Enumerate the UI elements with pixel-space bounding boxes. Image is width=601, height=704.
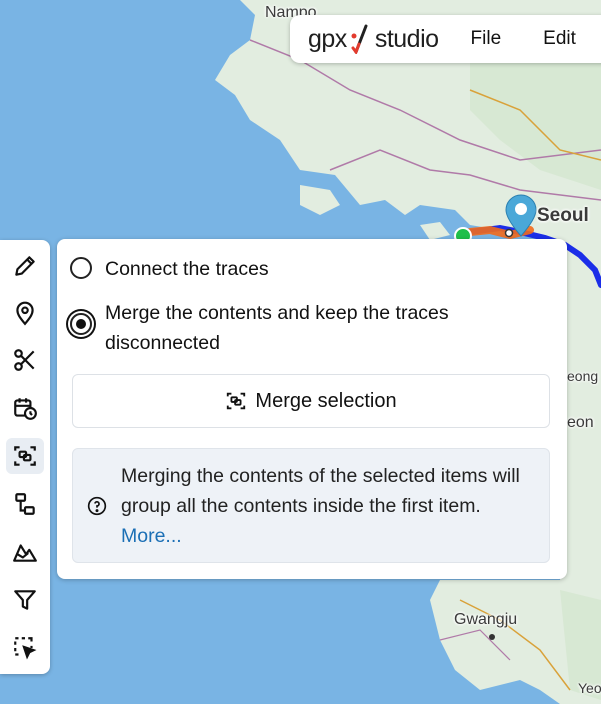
menu-file[interactable]: File: [471, 28, 502, 50]
tool-extract-button[interactable]: [6, 486, 44, 522]
merge-selection-button[interactable]: Merge selection: [72, 374, 550, 428]
logo-slash-icon: [351, 24, 368, 54]
merge-icon: [14, 446, 36, 466]
merge-icon: [227, 392, 246, 410]
map-label-eong: eong: [567, 368, 599, 384]
option-merge-contents[interactable]: Merge the contents and keep the traces d…: [70, 298, 449, 358]
map-pin-icon: [16, 301, 34, 326]
tool-time-button[interactable]: [6, 390, 44, 426]
map-label-yeo: Yeo: [578, 680, 601, 696]
tool-select-button[interactable]: [6, 630, 44, 666]
select-icon: [14, 637, 37, 660]
radio-connect-traces[interactable]: [70, 257, 92, 279]
tool-merge-button[interactable]: [6, 438, 44, 474]
tool-scissors-button[interactable]: [6, 342, 44, 378]
app-logo[interactable]: gpx studio: [308, 24, 439, 54]
more-link[interactable]: More...: [121, 525, 182, 547]
option-connect-label: Connect the traces: [105, 258, 269, 280]
top-bar: gpx studio File Edit: [290, 15, 601, 63]
tool-elevation-button[interactable]: [6, 534, 44, 570]
merge-panel: Connect the traces Merge the contents an…: [57, 239, 567, 579]
menu-edit[interactable]: Edit: [543, 28, 576, 50]
merge-selection-label: Merge selection: [255, 389, 397, 412]
option-connect-traces[interactable]: Connect the traces: [70, 256, 269, 282]
logo-text-gpx: gpx: [308, 24, 347, 53]
calendar-clock-icon: [14, 398, 37, 420]
filter-icon: [14, 590, 36, 610]
pencil-icon: [15, 256, 35, 276]
tool-waypoint-button[interactable]: [6, 295, 44, 331]
help-circle-icon: [87, 496, 107, 516]
radio-merge-contents[interactable]: [70, 313, 92, 335]
elevation-icon: [13, 544, 37, 562]
tool-pencil-button[interactable]: [6, 248, 44, 284]
info-box: Merging the contents of the selected ite…: [72, 448, 550, 563]
logo-text-studio: studio: [374, 24, 439, 53]
tool-filter-button[interactable]: [6, 582, 44, 618]
map-label-gwangju: Gwangju: [454, 611, 518, 628]
scissors-icon: [14, 349, 35, 371]
tool-sidebar: [0, 240, 50, 674]
map-label-seoul: Seoul: [537, 205, 589, 226]
option-merge-label: Merge the contents and keep the traces d…: [105, 302, 449, 354]
map-label-eon: eon: [567, 414, 594, 431]
extract-icon: [15, 493, 35, 515]
info-text: Merging the contents of the selected ite…: [121, 465, 520, 547]
